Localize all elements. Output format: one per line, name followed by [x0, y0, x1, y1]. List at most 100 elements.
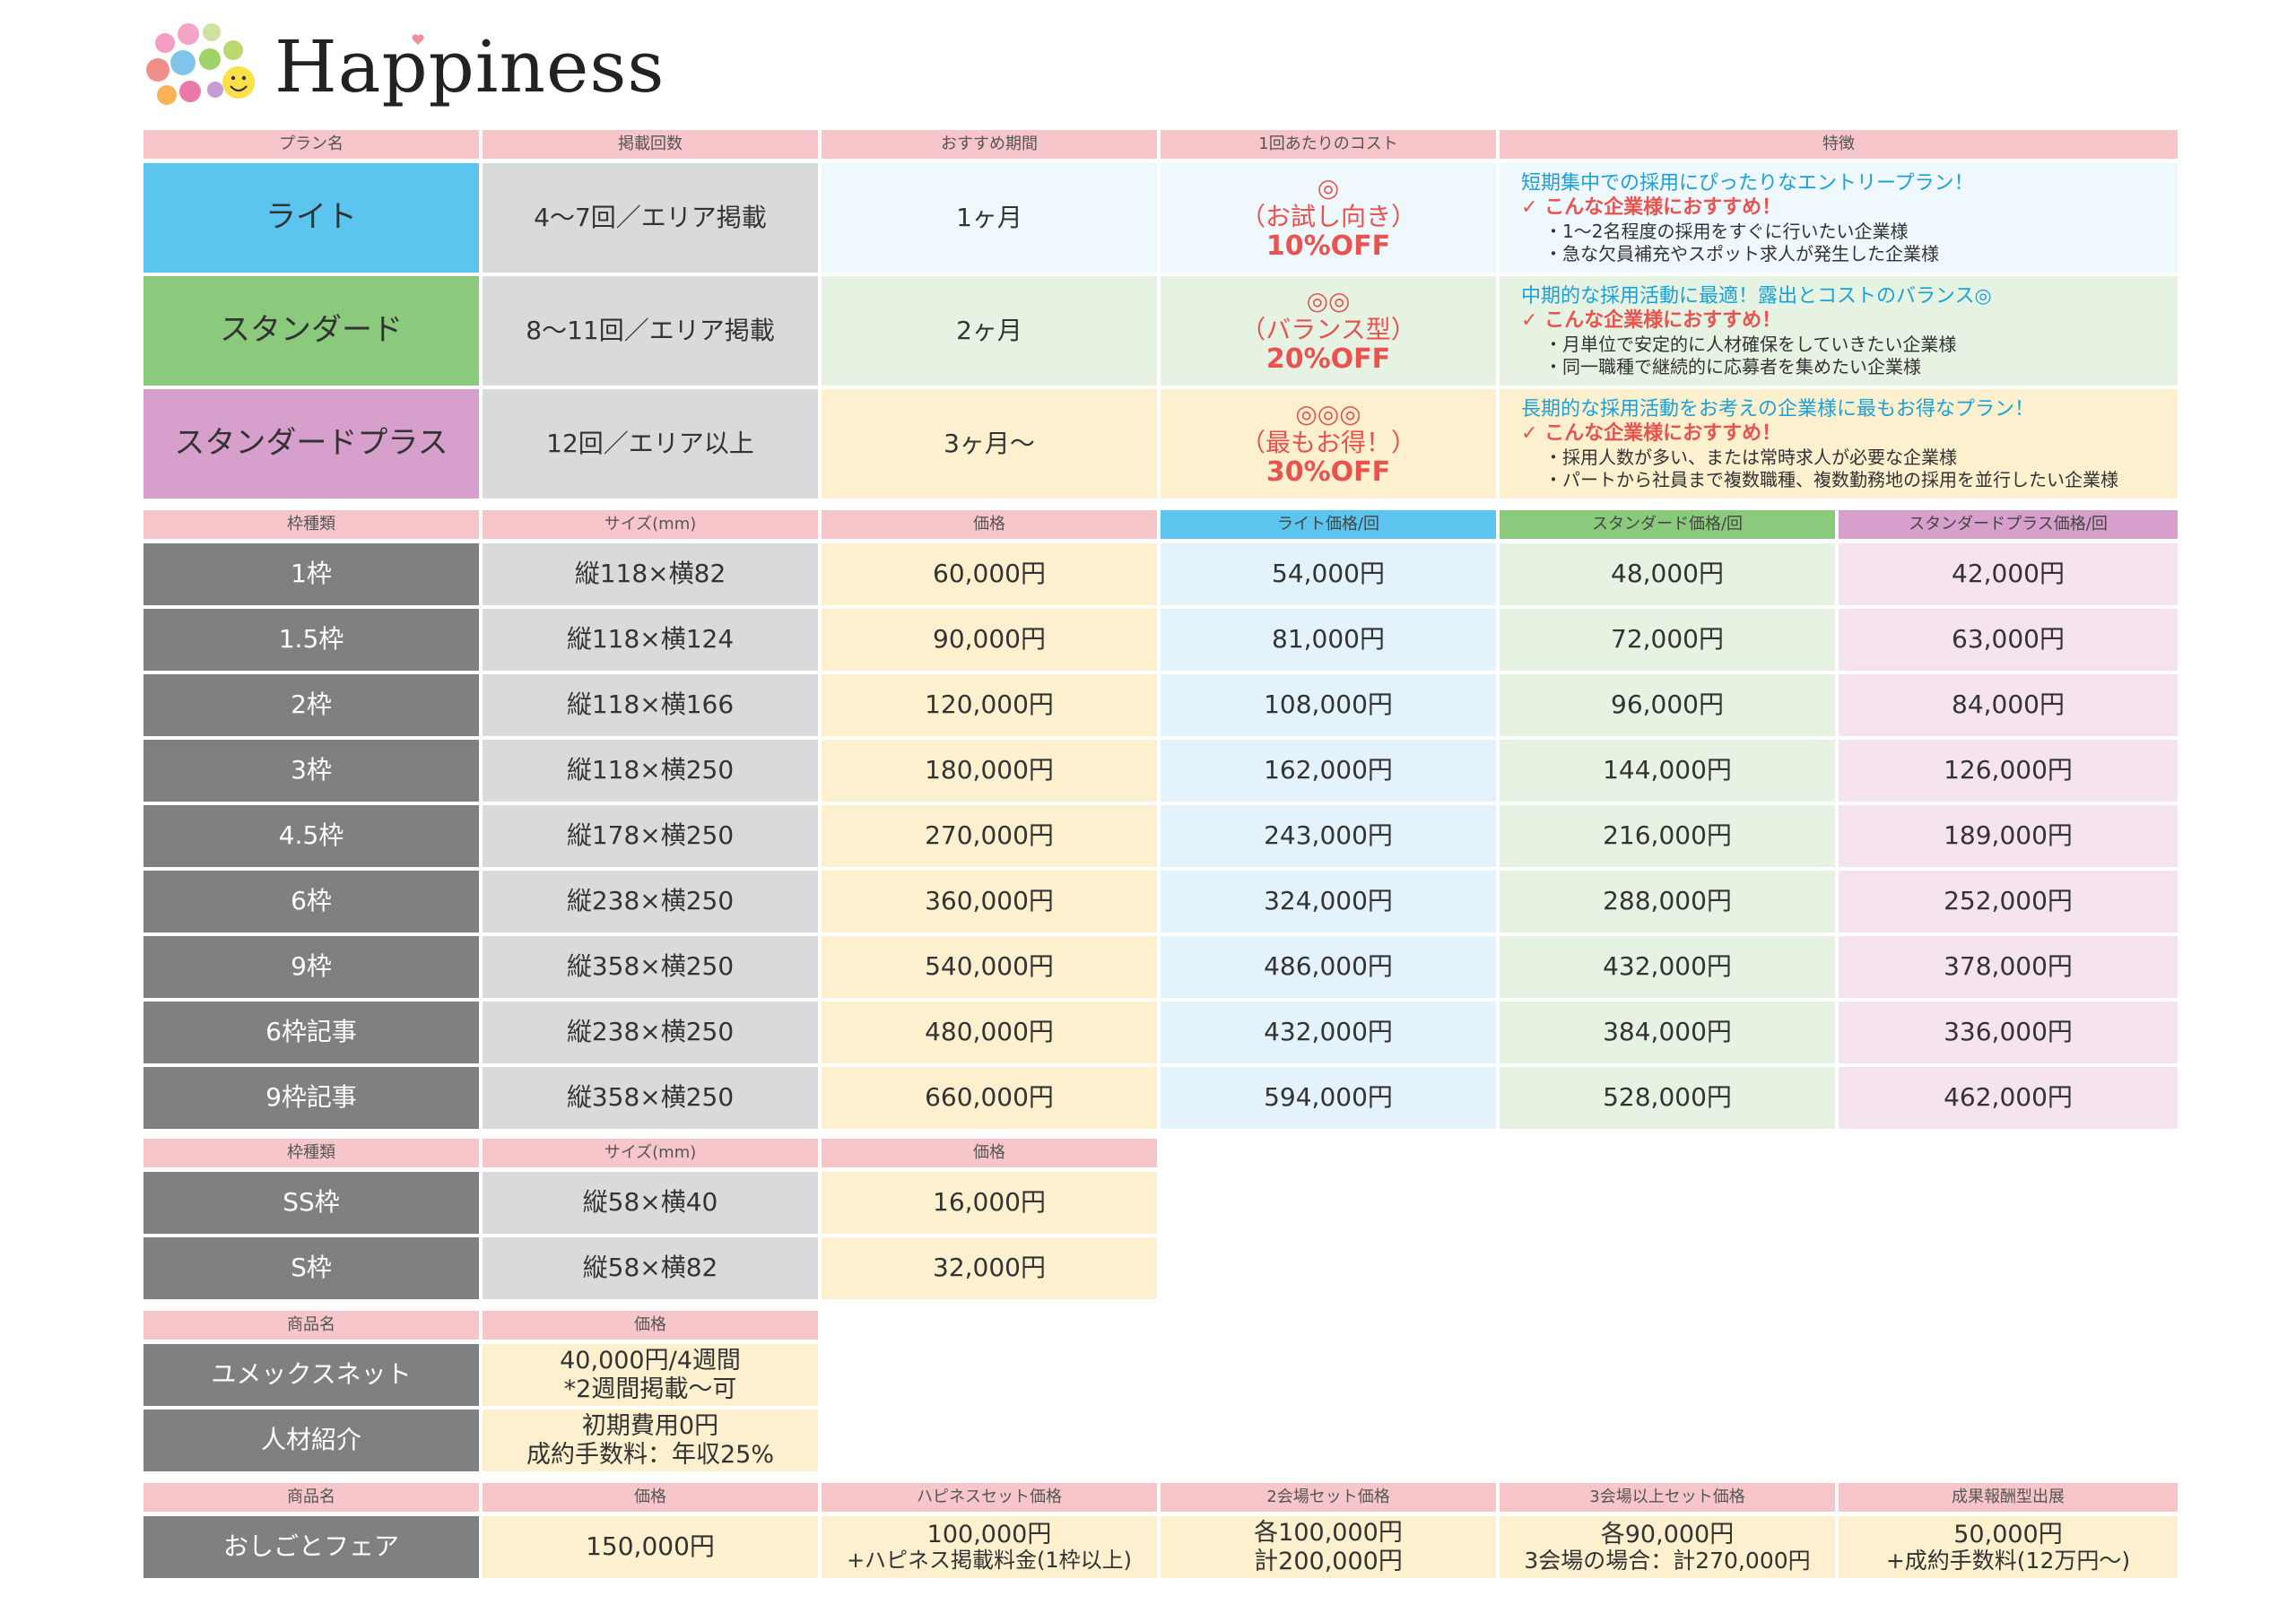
fair-line: 50,000円: [1953, 1520, 2063, 1548]
frame-price-light: 162,000円: [1161, 740, 1496, 802]
frame-price: 120,000円: [822, 674, 1157, 736]
frame-price: 540,000円: [822, 936, 1157, 998]
plan-features-standard-plus: 長期的な採用活動をお考えの企業様に最もお得なプラン！ ✓ こんな企業様におすすめ…: [1500, 389, 2178, 499]
plan-count-light: 4〜7回／エリア掲載: [483, 163, 818, 273]
plan-count-standard-plus: 12回／エリア以上: [483, 389, 818, 499]
plan-features-light: 短期集中での採用にぴったりなエントリープラン！ ✓ こんな企業様におすすめ！ ・…: [1500, 163, 2178, 273]
frame-type: 9枠: [144, 936, 479, 998]
small-frame-size: 縦58×横82: [483, 1237, 818, 1299]
frame-size: 縦358×横250: [483, 1067, 818, 1129]
frame-size: 縦238×横250: [483, 1002, 818, 1063]
frame-price: 60,000円: [822, 543, 1157, 605]
frame-size: 縦118×横82: [483, 543, 818, 605]
plan-period-standard-plus: 3ヶ月〜: [822, 389, 1157, 499]
cost-mark: ◎◎: [1306, 285, 1351, 316]
product-name: 人材紹介: [144, 1409, 479, 1471]
frame-price-plus: 378,000円: [1839, 936, 2178, 998]
fair-line: 各90,000円: [1600, 1520, 1735, 1548]
frame-type: 6枠記事: [144, 1002, 479, 1063]
frame-price-plus: 126,000円: [1839, 740, 2178, 802]
product-header-price: 価格: [483, 1311, 818, 1340]
frame-size: 縦178×横250: [483, 805, 818, 867]
frame-price: 90,000円: [822, 609, 1157, 671]
plan-cost-standard-plus: ◎◎◎ （最もお得！） 30%OFF: [1161, 389, 1496, 499]
frame-header-standard: スタンダード価格/回: [1500, 510, 1835, 539]
feature-recommend: ✓ こんな企業様におすすめ！: [1521, 196, 1782, 219]
feature-point: ・同一職種で継続的に応募者を集めたい企業様: [1544, 355, 1921, 377]
frame-size: 縦118×横166: [483, 674, 818, 736]
frame-size: 縦118×横124: [483, 609, 818, 671]
fair-reward-price: 50,000円 +成約手数料(12万円〜): [1839, 1516, 2178, 1578]
frame-header-light: ライト価格/回: [1161, 510, 1496, 539]
frame-price-standard: 528,000円: [1500, 1067, 1835, 1129]
small-frame-type: S枠: [144, 1237, 479, 1299]
frame-price-light: 81,000円: [1161, 609, 1496, 671]
frame-size: 縦238×横250: [483, 871, 818, 932]
cost-mark: ◎: [1317, 172, 1340, 203]
plan-period-standard: 2ヶ月: [822, 276, 1157, 386]
cost-discount: 30%OFF: [1265, 455, 1391, 488]
plan-count-standard: 8〜11回／エリア掲載: [483, 276, 818, 386]
frame-price-light: 108,000円: [1161, 674, 1496, 736]
frame-size: 縦118×横250: [483, 740, 818, 802]
fair-line: 3会場の場合：計270,000円: [1524, 1547, 1811, 1574]
frame-price-light: 432,000円: [1161, 1002, 1496, 1063]
fair-line: 各100,000円: [1254, 1519, 1403, 1548]
fair-line: 100,000円: [926, 1521, 1052, 1549]
frame-price: 480,000円: [822, 1002, 1157, 1063]
cost-label: （お試し向き）: [1239, 201, 1416, 231]
cost-discount: 10%OFF: [1265, 230, 1391, 262]
frame-price-light: 324,000円: [1161, 871, 1496, 932]
frame-type: 3枠: [144, 740, 479, 802]
feature-recommend: ✓ こんな企業様におすすめ！: [1521, 309, 1782, 332]
plan-period-light: 1ヶ月: [822, 163, 1157, 273]
small-frame-header-size: サイズ(mm): [483, 1139, 818, 1167]
frame-price-plus: 63,000円: [1839, 609, 2178, 671]
frame-type: 1枠: [144, 543, 479, 605]
fair-header-happiness: ハピネスセット価格: [822, 1483, 1157, 1512]
product-price-note: *2週間掲載〜可: [563, 1375, 737, 1403]
product-price-line: 初期費用0円: [581, 1412, 719, 1441]
fair-header-price: 価格: [483, 1483, 818, 1512]
frame-price-plus: 252,000円: [1839, 871, 2178, 932]
small-frame-header-price: 価格: [822, 1139, 1157, 1167]
plan-features-standard: 中期的な採用活動に最適！露出とコストのバランス◎ ✓ こんな企業様におすすめ！ …: [1500, 276, 2178, 386]
small-frame-type: SS枠: [144, 1172, 479, 1234]
frame-header-plus: スタンダードプラス価格/回: [1839, 510, 2178, 539]
feature-headline: 長期的な採用活動をお考えの企業様に最もお得なプラン！: [1521, 397, 2035, 421]
fair-header-two: 2会場セット価格: [1161, 1483, 1496, 1512]
frame-price: 360,000円: [822, 871, 1157, 932]
fair-header-reward: 成果報酬型出展: [1839, 1483, 2178, 1512]
frame-price-light: 486,000円: [1161, 936, 1496, 998]
fair-line: +ハピネス掲載料金(1枠以上): [846, 1548, 1133, 1574]
fair-line: +成約手数料(12万円〜): [1885, 1547, 2131, 1574]
frame-price: 660,000円: [822, 1067, 1157, 1129]
small-frame-header-type: 枠種類: [144, 1139, 479, 1167]
cost-label: （バランス型）: [1240, 314, 1416, 344]
plan-header-features: 特徴: [1500, 130, 2178, 159]
frame-price-standard: 48,000円: [1500, 543, 1835, 605]
plan-name-standard: スタンダード: [144, 276, 479, 386]
frame-price-plus: 336,000円: [1839, 1002, 2178, 1063]
frame-price-plus: 462,000円: [1839, 1067, 2178, 1129]
frame-type: 9枠記事: [144, 1067, 479, 1129]
small-frame-price: 32,000円: [822, 1237, 1157, 1299]
plan-header-period: おすすめ期間: [822, 130, 1157, 159]
frame-price-standard: 216,000円: [1500, 805, 1835, 867]
frame-price-light: 243,000円: [1161, 805, 1496, 867]
plan-header-count: 掲載回数: [483, 130, 818, 159]
fair-header-name: 商品名: [144, 1483, 479, 1512]
heart-icon: [412, 34, 424, 45]
frame-header-price: 価格: [822, 510, 1157, 539]
frame-header-type: 枠種類: [144, 510, 479, 539]
frame-price-plus: 42,000円: [1839, 543, 2178, 605]
plan-name-light: ライト: [144, 163, 479, 273]
feature-recommend: ✓ こんな企業様におすすめ！: [1521, 422, 1782, 445]
frame-price-plus: 189,000円: [1839, 805, 2178, 867]
plan-header-name: プラン名: [144, 130, 479, 159]
plan-name-standard-plus: スタンダードプラス: [144, 389, 479, 499]
feature-point: ・月単位で安定的に人材確保をしていきたい企業様: [1544, 333, 1957, 355]
frame-header-size: サイズ(mm): [483, 510, 818, 539]
feature-point: ・1〜2名程度の採用をすぐに行いたい企業様: [1544, 220, 1909, 242]
plan-header-cost: 1回あたりのコスト: [1161, 130, 1496, 159]
